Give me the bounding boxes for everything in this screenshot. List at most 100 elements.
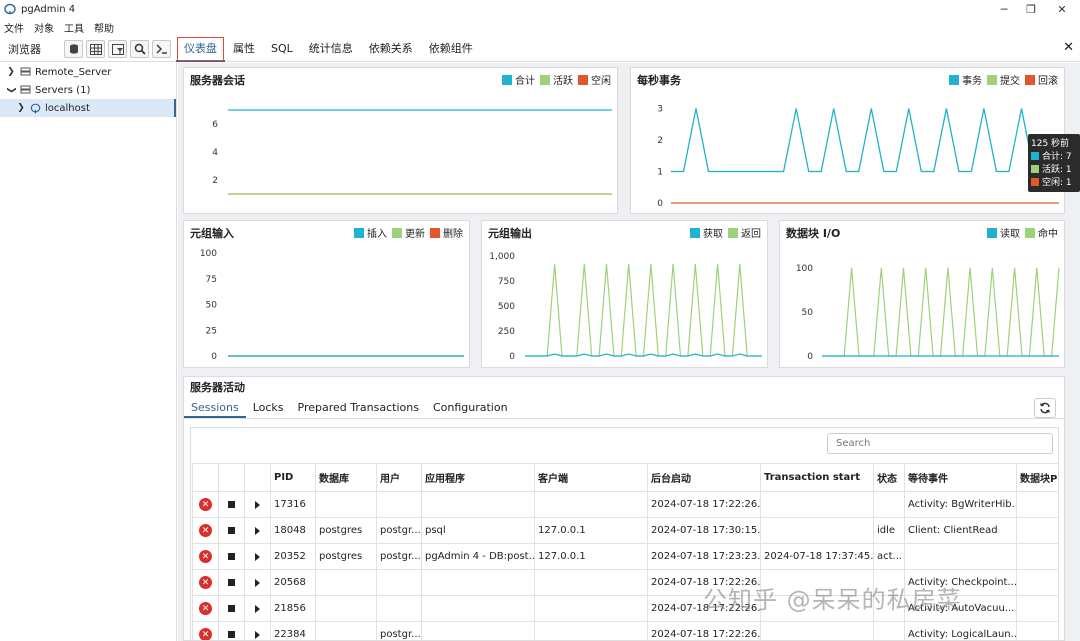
expand-row-button[interactable] <box>244 595 271 622</box>
table-row: ✕ 20352 postgres postgr... pgAdmin 4 - D… <box>192 543 1058 570</box>
tab-sessions[interactable]: Sessions <box>184 397 246 418</box>
cell-transaction-start <box>760 491 874 518</box>
close-tab-icon[interactable]: ✕ <box>1063 40 1074 55</box>
terminate-session-button[interactable]: ✕ <box>192 543 219 570</box>
cell-state: act... <box>873 543 905 570</box>
column-header-wait-event[interactable]: 等待事件 <box>904 463 1017 492</box>
tooltip-row: 空闲: 1 <box>1031 175 1077 188</box>
tab-dashboard[interactable]: 仪表盘 <box>176 36 225 62</box>
column-header-pid[interactable]: PID <box>270 463 316 492</box>
chevron-down-icon[interactable]: ❯ <box>6 85 16 95</box>
menu-help[interactable]: 帮助 <box>94 20 114 35</box>
chart-server-sessions: 2 4 6 <box>212 109 612 195</box>
chevron-right-icon[interactable]: ❯ <box>6 67 16 77</box>
terminal-icon[interactable] <box>152 40 171 58</box>
search-input[interactable] <box>827 433 1053 454</box>
tab-dependents[interactable]: 依赖组件 <box>421 36 481 62</box>
cancel-query-button[interactable] <box>218 517 245 544</box>
cancel-query-button[interactable] <box>218 543 245 570</box>
database-icon[interactable] <box>64 40 83 58</box>
tab-statistics[interactable]: 统计信息 <box>301 36 361 62</box>
menu-object[interactable]: 对象 <box>34 20 54 35</box>
expand-row-button[interactable] <box>244 621 271 640</box>
table-header-row: PID 数据库 用户 应用程序 客户端 后台启动 Transaction sta… <box>192 463 1058 492</box>
terminate-session-button[interactable]: ✕ <box>192 491 219 518</box>
series-line-命中 <box>822 267 1060 357</box>
tab-prepared-transactions[interactable]: Prepared Transactions <box>291 397 426 418</box>
stop-icon <box>228 631 235 638</box>
tooltip-active: 活跃: 1 <box>1042 165 1072 175</box>
cell-application <box>421 569 535 596</box>
panel-server-sessions: 服务器会话 合计 活跃 空闲 246 <box>183 67 618 214</box>
cell-application: pgAdmin 4 - DB:post... <box>421 543 535 570</box>
table-icon[interactable] <box>86 40 105 58</box>
watermark: 公知乎 @呆呆的私房菜 <box>703 586 962 614</box>
caret-right-icon <box>255 630 260 639</box>
menu-file[interactable]: 文件 <box>4 20 24 35</box>
cancel-query-button[interactable] <box>218 569 245 596</box>
expand-row-button[interactable] <box>244 517 271 544</box>
tree-item-remote-server[interactable]: ❯ Remote_Server <box>0 63 176 81</box>
y-tick-label: 2 <box>212 176 218 186</box>
expand-row-button[interactable] <box>244 569 271 596</box>
menu-tools[interactable]: 工具 <box>64 20 84 35</box>
y-tick-label: 0 <box>509 352 515 362</box>
y-tick-label: 0 <box>211 352 217 362</box>
cell-user <box>376 491 422 518</box>
chevron-right-icon[interactable]: ❯ <box>16 103 26 113</box>
tab-properties[interactable]: 属性 <box>225 36 263 62</box>
cell-transaction-start <box>760 517 874 544</box>
refresh-icon <box>1039 402 1051 414</box>
cell-pid: 21856 <box>270 595 316 622</box>
chart-tuples-out: 0 250 500 750 1,000 <box>489 252 762 362</box>
cell-blocking-pids <box>1016 543 1058 570</box>
filter-table-icon[interactable] <box>108 40 127 58</box>
y-tick-label: 50 <box>206 301 218 311</box>
tooltip-swatch <box>1031 177 1039 186</box>
tab-dependencies[interactable]: 依赖关系 <box>361 36 421 62</box>
caret-right-icon <box>255 552 260 561</box>
column-header-client[interactable]: 客户端 <box>534 463 648 492</box>
tab-sql[interactable]: SQL <box>263 36 301 62</box>
tooltip-title: 125 秒前 <box>1031 139 1070 149</box>
cancel-query-button[interactable] <box>218 621 245 640</box>
cancel-query-button[interactable] <box>218 491 245 518</box>
stop-icon <box>228 501 235 508</box>
chart-tuples-in: 0 25 50 75 100 <box>200 249 464 362</box>
search-icon[interactable] <box>130 40 149 58</box>
cell-application <box>421 595 535 622</box>
terminate-session-button[interactable]: ✕ <box>192 621 219 640</box>
column-header-transaction-start[interactable]: Transaction start <box>760 463 874 492</box>
tooltip-row: 活跃: 1 <box>1031 162 1077 175</box>
tree-item-servers[interactable]: ❯ Servers (1) <box>0 81 176 99</box>
cell-state <box>873 621 905 640</box>
cell-pid: 22384 <box>270 621 316 640</box>
caret-right-icon <box>255 500 260 509</box>
terminate-session-button[interactable]: ✕ <box>192 517 219 544</box>
column-header-backend-start[interactable]: 后台启动 <box>647 463 761 492</box>
cell-wait-event: Activity: LogicalLaun... <box>904 621 1017 640</box>
cell-client: 127.0.0.1 <box>534 543 648 570</box>
expand-row-button[interactable] <box>244 491 271 518</box>
caret-right-icon <box>255 604 260 613</box>
terminate-session-button[interactable]: ✕ <box>192 595 219 622</box>
cell-pid: 18048 <box>270 517 316 544</box>
tab-configuration[interactable]: Configuration <box>426 397 515 418</box>
column-header-application[interactable]: 应用程序 <box>421 463 535 492</box>
column-header-blocking-pids[interactable]: 数据块PI <box>1016 463 1058 492</box>
column-header-state[interactable]: 状态 <box>873 463 905 492</box>
tab-locks[interactable]: Locks <box>246 397 291 418</box>
chart-transactions-per-second: 0 1 2 3 <box>657 104 1059 209</box>
column-header-user[interactable]: 用户 <box>376 463 422 492</box>
close-window-icon[interactable]: ✕ <box>1044 0 1080 18</box>
terminate-session-button[interactable]: ✕ <box>192 569 219 596</box>
tree-item-localhost[interactable]: ❯ localhost <box>0 99 176 117</box>
tree-item-label: Servers (1) <box>35 84 91 96</box>
expand-row-button[interactable] <box>244 543 271 570</box>
browser-label: 浏览器 <box>8 43 41 56</box>
refresh-button[interactable] <box>1034 398 1056 418</box>
column-header-database[interactable]: 数据库 <box>315 463 377 492</box>
cancel-query-button[interactable] <box>218 595 245 622</box>
terminate-icon: ✕ <box>199 550 212 563</box>
y-tick-label: 100 <box>200 249 217 259</box>
